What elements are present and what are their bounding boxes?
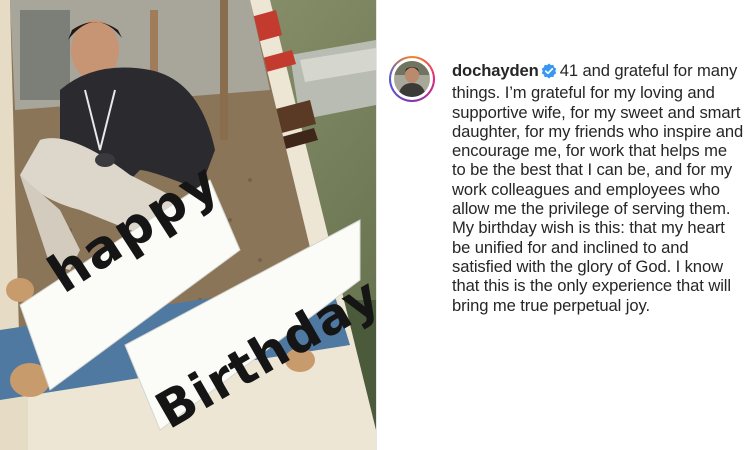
- verified-badge-icon: [541, 63, 557, 83]
- avatar-photo-icon: [394, 61, 430, 97]
- post-photo[interactable]: happy Birthday: [0, 0, 376, 450]
- profile-avatar[interactable]: [389, 56, 435, 102]
- post-caption: dochayden 41 and grateful for many things…: [452, 61, 744, 315]
- username-link[interactable]: dochayden: [452, 61, 539, 80]
- caption-paragraph-2: My birthday wish is this: that my heart …: [452, 218, 731, 315]
- caption-paragraph-1: 41 and grateful for many things. I’m gra…: [452, 61, 744, 219]
